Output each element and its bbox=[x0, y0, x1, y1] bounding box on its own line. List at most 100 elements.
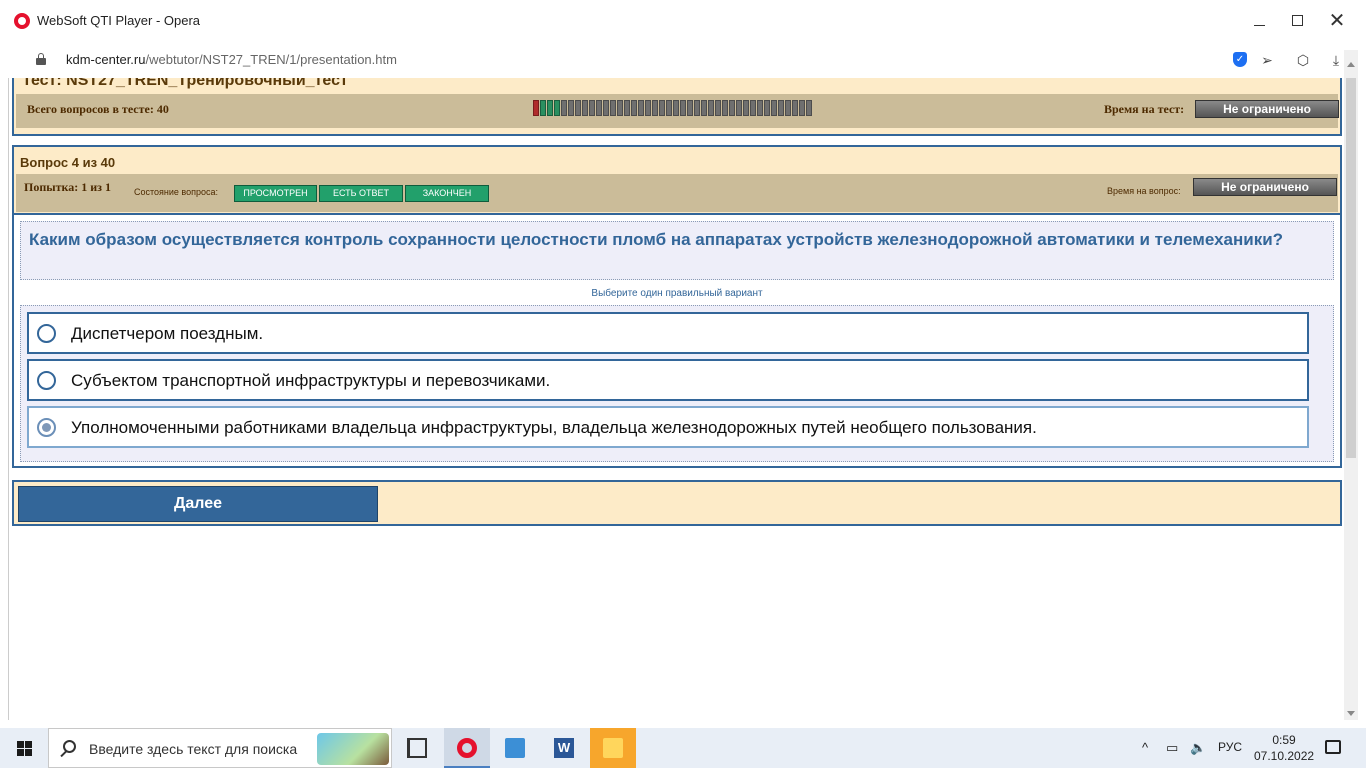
state-badge-answered: ЕСТЬ ОТВЕТ bbox=[319, 185, 403, 202]
progress-cell[interactable] bbox=[624, 100, 630, 116]
progress-cell[interactable] bbox=[603, 100, 609, 116]
question-state-label: Состояние вопроса: bbox=[134, 187, 218, 197]
taskbar-search-box[interactable]: Введите здесь текст для поиска bbox=[48, 728, 392, 768]
volume-icon[interactable]: 🔈 bbox=[1190, 740, 1206, 756]
progress-cell[interactable] bbox=[589, 100, 595, 116]
progress-cell[interactable] bbox=[701, 100, 707, 116]
progress-cell[interactable] bbox=[554, 100, 560, 116]
opera-taskbar-icon[interactable] bbox=[444, 728, 490, 768]
taskbar: Введите здесь текст для поиска W ^ ▭ 🔈 Р… bbox=[0, 728, 1366, 768]
attempt-label: Попытка: 1 из 1 bbox=[24, 180, 111, 194]
scroll-down-icon[interactable] bbox=[1347, 711, 1355, 716]
progress-cell[interactable] bbox=[694, 100, 700, 116]
progress-cell[interactable] bbox=[666, 100, 672, 116]
answer-label[interactable]: Субъектом транспортной инфраструктуры и … bbox=[71, 371, 550, 391]
address-bar[interactable]: kdm-center.ru/webtutor/NST27_TREN/1/pres… bbox=[0, 42, 1366, 78]
search-placeholder: Введите здесь текст для поиска bbox=[89, 741, 298, 757]
task-view-icon[interactable] bbox=[394, 728, 440, 768]
input-language[interactable]: РУС bbox=[1218, 740, 1242, 754]
progress-cell[interactable] bbox=[533, 100, 539, 116]
progress-cell[interactable] bbox=[778, 100, 784, 116]
file-explorer-icon[interactable] bbox=[590, 728, 636, 768]
progress-cell[interactable] bbox=[722, 100, 728, 116]
show-hidden-icons-icon[interactable]: ^ bbox=[1142, 740, 1148, 755]
windows-start-icon[interactable] bbox=[0, 728, 48, 768]
progress-cell[interactable] bbox=[631, 100, 637, 116]
progress-cell[interactable] bbox=[540, 100, 546, 116]
progress-cell[interactable] bbox=[645, 100, 651, 116]
progress-cell[interactable] bbox=[743, 100, 749, 116]
progress-cell[interactable] bbox=[547, 100, 553, 116]
progress-cell[interactable] bbox=[771, 100, 777, 116]
state-badge-viewed: ПРОСМОТРЕН bbox=[234, 185, 317, 202]
progress-cell[interactable] bbox=[764, 100, 770, 116]
lock-icon[interactable] bbox=[36, 53, 46, 65]
progress-cell[interactable] bbox=[582, 100, 588, 116]
computer-app-icon[interactable] bbox=[492, 728, 538, 768]
search-highlight-image[interactable] bbox=[317, 733, 389, 765]
progress-cell[interactable] bbox=[652, 100, 658, 116]
progress-cell[interactable] bbox=[785, 100, 791, 116]
progress-cell[interactable] bbox=[617, 100, 623, 116]
progress-cell[interactable] bbox=[659, 100, 665, 116]
clock-date: 07.10.2022 bbox=[1254, 749, 1315, 763]
time-for-test-value: Не ограничено bbox=[1195, 100, 1339, 118]
answers-list: Диспетчером поездным. Субъектом транспор… bbox=[20, 305, 1334, 462]
progress-cell[interactable] bbox=[750, 100, 756, 116]
answer-option-selected[interactable]: Уполномоченными работниками владельца ин… bbox=[27, 406, 1309, 448]
progress-cell[interactable] bbox=[575, 100, 581, 116]
progress-cell[interactable] bbox=[687, 100, 693, 116]
progress-cell[interactable] bbox=[729, 100, 735, 116]
download-icon[interactable]: ⤓ bbox=[1326, 50, 1346, 70]
progress-cell[interactable] bbox=[638, 100, 644, 116]
question-number: Вопрос 4 из 40 bbox=[20, 155, 116, 170]
progress-cell[interactable] bbox=[708, 100, 714, 116]
progress-cell[interactable] bbox=[568, 100, 574, 116]
radio-button[interactable] bbox=[37, 324, 56, 343]
progress-cell[interactable] bbox=[596, 100, 602, 116]
notifications-icon[interactable] bbox=[1325, 740, 1341, 754]
progress-cell[interactable] bbox=[680, 100, 686, 116]
taskbar-clock[interactable]: 0:59 07.10.2022 bbox=[1254, 732, 1314, 764]
battery-icon[interactable]: ▭ bbox=[1166, 740, 1178, 756]
question-text: Каким образом осуществляется контроль со… bbox=[29, 230, 1284, 249]
progress-cell[interactable] bbox=[799, 100, 805, 116]
question-panel: Вопрос 4 из 40 Попытка: 1 из 1 Состояние… bbox=[12, 145, 1342, 468]
question-progress-bar[interactable] bbox=[533, 100, 813, 116]
send-icon[interactable]: ➢ bbox=[1257, 50, 1277, 70]
url-domain: kdm-center.ru bbox=[66, 52, 146, 67]
progress-cell[interactable] bbox=[736, 100, 742, 116]
page-viewport: Тест: NST27_TREN_Тренировочный_тест Всег… bbox=[8, 78, 1344, 720]
answer-label[interactable]: Уполномоченными работниками владельца ин… bbox=[71, 418, 1037, 438]
radio-button-checked[interactable] bbox=[37, 418, 56, 437]
url-path: /webtutor/NST27_TREN/1/presentation.htm bbox=[145, 52, 397, 67]
window-title: WebSoft QTI Player - Opera bbox=[37, 13, 201, 28]
extensions-cube-icon[interactable]: ⬡ bbox=[1293, 50, 1313, 70]
maximize-button[interactable] bbox=[1283, 6, 1313, 36]
progress-cell[interactable] bbox=[792, 100, 798, 116]
minimize-button[interactable] bbox=[1245, 6, 1275, 36]
time-for-question-value: Не ограничено bbox=[1193, 178, 1337, 196]
vpn-shield-icon[interactable]: ✓ bbox=[1230, 50, 1250, 70]
clock-time: 0:59 bbox=[1272, 733, 1296, 747]
progress-cell[interactable] bbox=[806, 100, 812, 116]
scrollbar-thumb[interactable] bbox=[1346, 78, 1356, 458]
progress-cell[interactable] bbox=[610, 100, 616, 116]
window-title-bar: WebSoft QTI Player - Opera ✕ bbox=[0, 0, 1366, 42]
scroll-up-icon[interactable] bbox=[1347, 62, 1355, 67]
url-field[interactable]: kdm-center.ru/webtutor/NST27_TREN/1/pres… bbox=[66, 52, 397, 67]
radio-button[interactable] bbox=[37, 371, 56, 390]
answer-option[interactable]: Субъектом транспортной инфраструктуры и … bbox=[27, 359, 1309, 401]
progress-cell[interactable] bbox=[561, 100, 567, 116]
progress-cell[interactable] bbox=[757, 100, 763, 116]
answer-hint: Выберите один правильный вариант bbox=[591, 288, 763, 299]
word-app-icon[interactable]: W bbox=[541, 728, 587, 768]
answer-option[interactable]: Диспетчером поездным. bbox=[27, 312, 1309, 354]
state-badge-finished: ЗАКОНЧЕН bbox=[405, 185, 489, 202]
close-button[interactable]: ✕ bbox=[1322, 6, 1352, 36]
page-scrollbar[interactable] bbox=[1344, 50, 1358, 720]
progress-cell[interactable] bbox=[715, 100, 721, 116]
progress-cell[interactable] bbox=[673, 100, 679, 116]
answer-label[interactable]: Диспетчером поездным. bbox=[71, 324, 263, 344]
next-button[interactable]: Далее bbox=[18, 486, 378, 522]
